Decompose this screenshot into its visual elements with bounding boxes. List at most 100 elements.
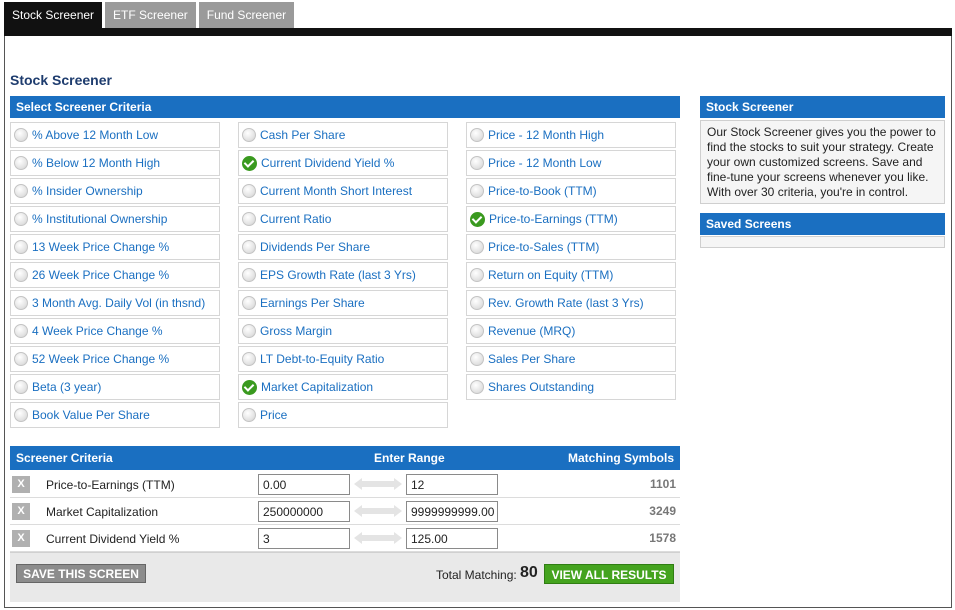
save-screen-button[interactable]: SAVE THIS SCREEN: [16, 564, 146, 583]
radio-icon[interactable]: [14, 324, 28, 338]
radio-icon[interactable]: [14, 296, 28, 310]
criterion-option-label[interactable]: Dividends Per Share: [260, 240, 370, 254]
criterion-option[interactable]: Earnings Per Share: [238, 290, 448, 316]
radio-icon[interactable]: [14, 240, 28, 254]
range-max-input[interactable]: [406, 501, 498, 522]
criterion-option-label[interactable]: 3 Month Avg. Daily Vol (in thsnd): [32, 296, 205, 310]
criterion-option-label[interactable]: Beta (3 year): [32, 380, 101, 394]
radio-icon[interactable]: [242, 324, 256, 338]
criterion-option-label[interactable]: EPS Growth Rate (last 3 Yrs): [260, 268, 416, 282]
radio-icon[interactable]: [242, 352, 256, 366]
criterion-option-label[interactable]: Rev. Growth Rate (last 3 Yrs): [488, 296, 644, 310]
criterion-option[interactable]: Price: [238, 402, 448, 428]
checkmark-icon[interactable]: [470, 211, 485, 227]
criterion-option-label[interactable]: % Below 12 Month High: [32, 156, 160, 170]
criterion-option[interactable]: 4 Week Price Change %: [10, 318, 220, 344]
radio-icon[interactable]: [470, 128, 484, 142]
criterion-option[interactable]: 26 Week Price Change %: [10, 262, 220, 288]
criterion-option[interactable]: Current Dividend Yield %: [238, 150, 448, 176]
criterion-option[interactable]: LT Debt-to-Equity Ratio: [238, 346, 448, 372]
radio-icon[interactable]: [14, 408, 28, 422]
criterion-option-label[interactable]: 26 Week Price Change %: [32, 268, 169, 282]
remove-criterion-button[interactable]: X: [12, 503, 30, 520]
criterion-option[interactable]: Rev. Growth Rate (last 3 Yrs): [466, 290, 676, 316]
criterion-option[interactable]: Price - 12 Month High: [466, 122, 676, 148]
radio-icon[interactable]: [470, 156, 484, 170]
criterion-option-label[interactable]: Current Dividend Yield %: [261, 156, 394, 170]
criterion-option[interactable]: Cash Per Share: [238, 122, 448, 148]
criterion-option-label[interactable]: Gross Margin: [260, 324, 332, 338]
radio-icon[interactable]: [14, 352, 28, 366]
criterion-option[interactable]: Gross Margin: [238, 318, 448, 344]
range-max-input[interactable]: [406, 474, 498, 495]
radio-icon[interactable]: [242, 408, 256, 422]
criterion-option-label[interactable]: 52 Week Price Change %: [32, 352, 169, 366]
criterion-option-label[interactable]: Price: [260, 408, 287, 422]
criterion-option-label[interactable]: 4 Week Price Change %: [32, 324, 163, 338]
radio-icon[interactable]: [242, 184, 256, 198]
criterion-option[interactable]: Current Ratio: [238, 206, 448, 232]
criterion-option-label[interactable]: Sales Per Share: [488, 352, 575, 366]
criterion-option-label[interactable]: Price-to-Sales (TTM): [488, 240, 599, 254]
criterion-option[interactable]: Beta (3 year): [10, 374, 220, 400]
criterion-option[interactable]: EPS Growth Rate (last 3 Yrs): [238, 262, 448, 288]
radio-icon[interactable]: [14, 128, 28, 142]
checkmark-icon[interactable]: [242, 155, 257, 171]
criterion-option-label[interactable]: Current Ratio: [260, 212, 331, 226]
criterion-option[interactable]: % Institutional Ownership: [10, 206, 220, 232]
criterion-option-label[interactable]: Price-to-Book (TTM): [488, 184, 597, 198]
checkmark-icon[interactable]: [242, 379, 257, 395]
criterion-option-label[interactable]: 13 Week Price Change %: [32, 240, 169, 254]
criterion-option[interactable]: Market Capitalization: [238, 374, 448, 400]
radio-icon[interactable]: [14, 380, 28, 394]
criterion-option-label[interactable]: Cash Per Share: [260, 128, 345, 142]
radio-icon[interactable]: [242, 212, 256, 226]
criterion-option[interactable]: 3 Month Avg. Daily Vol (in thsnd): [10, 290, 220, 316]
remove-criterion-button[interactable]: X: [12, 530, 30, 547]
criterion-option-label[interactable]: Price - 12 Month Low: [488, 156, 601, 170]
range-min-input[interactable]: [258, 474, 350, 495]
criterion-option-label[interactable]: LT Debt-to-Equity Ratio: [260, 352, 384, 366]
criterion-option-label[interactable]: Price-to-Earnings (TTM): [489, 212, 618, 226]
radio-icon[interactable]: [470, 240, 484, 254]
criterion-option-label[interactable]: % Institutional Ownership: [32, 212, 167, 226]
criterion-option[interactable]: % Above 12 Month Low: [10, 122, 220, 148]
criterion-option[interactable]: Revenue (MRQ): [466, 318, 676, 344]
radio-icon[interactable]: [470, 296, 484, 310]
criterion-option-label[interactable]: Return on Equity (TTM): [488, 268, 613, 282]
criterion-option-label[interactable]: Shares Outstanding: [488, 380, 594, 394]
criterion-option-label[interactable]: Market Capitalization: [261, 380, 373, 394]
radio-icon[interactable]: [470, 184, 484, 198]
criterion-option[interactable]: Shares Outstanding: [466, 374, 676, 400]
criterion-option[interactable]: % Below 12 Month High: [10, 150, 220, 176]
criterion-option[interactable]: Price-to-Earnings (TTM): [466, 206, 676, 232]
range-max-input[interactable]: [406, 528, 498, 549]
tab-etf-screener[interactable]: ETF Screener: [105, 2, 196, 28]
range-min-input[interactable]: [258, 501, 350, 522]
view-all-results-button[interactable]: VIEW ALL RESULTS: [544, 564, 674, 584]
criterion-option-label[interactable]: % Above 12 Month Low: [32, 128, 158, 142]
saved-screens-header[interactable]: Saved Screens: [700, 213, 945, 235]
criterion-option[interactable]: 52 Week Price Change %: [10, 346, 220, 372]
criterion-option-label[interactable]: Price - 12 Month High: [488, 128, 604, 142]
radio-icon[interactable]: [242, 128, 256, 142]
radio-icon[interactable]: [242, 296, 256, 310]
criterion-option[interactable]: Return on Equity (TTM): [466, 262, 676, 288]
criterion-option[interactable]: Price-to-Book (TTM): [466, 178, 676, 204]
tab-fund-screener[interactable]: Fund Screener: [198, 2, 295, 28]
criterion-option[interactable]: Sales Per Share: [466, 346, 676, 372]
criterion-option[interactable]: Price-to-Sales (TTM): [466, 234, 676, 260]
radio-icon[interactable]: [14, 212, 28, 226]
criterion-option-label[interactable]: Revenue (MRQ): [488, 324, 575, 338]
criterion-option[interactable]: Current Month Short Interest: [238, 178, 448, 204]
radio-icon[interactable]: [242, 240, 256, 254]
radio-icon[interactable]: [470, 380, 484, 394]
criterion-option-label[interactable]: Earnings Per Share: [260, 296, 365, 310]
criterion-option[interactable]: Price - 12 Month Low: [466, 150, 676, 176]
criterion-option[interactable]: % Insider Ownership: [10, 178, 220, 204]
radio-icon[interactable]: [14, 268, 28, 282]
tab-stock-screener[interactable]: Stock Screener: [4, 2, 103, 28]
criterion-option[interactable]: 13 Week Price Change %: [10, 234, 220, 260]
radio-icon[interactable]: [470, 324, 484, 338]
radio-icon[interactable]: [14, 156, 28, 170]
